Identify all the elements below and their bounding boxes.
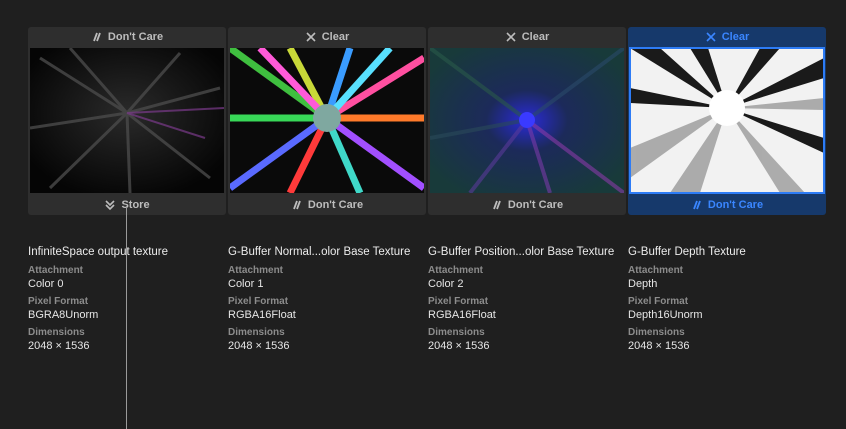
store-action[interactable]: Don't Care: [628, 195, 826, 215]
attachment-value: Color 2: [428, 278, 464, 290]
store-action[interactable]: Don't Care: [428, 195, 626, 215]
texture-name: InfiniteSpace output texture: [28, 246, 169, 258]
dimensions-value: 2048 × 1536: [228, 340, 290, 352]
store-icon: [104, 199, 116, 211]
pixel-format-label: Pixel Format: [228, 296, 289, 307]
store-action-label: Don't Care: [707, 199, 764, 211]
dimensions-value: 2048 × 1536: [628, 340, 690, 352]
attachment-value: Color 0: [28, 278, 64, 290]
dimensions-label: Dimensions: [228, 327, 285, 338]
load-action[interactable]: Clear: [428, 27, 626, 47]
attachment-card-color2[interactable]: Clear Don't Care: [428, 27, 626, 215]
load-action-label: Clear: [321, 31, 350, 43]
dimensions-value: 2048 × 1536: [28, 340, 90, 352]
texture-thumbnail[interactable]: [230, 48, 424, 193]
load-action-label: Don't Care: [107, 31, 164, 43]
dimensions-label: Dimensions: [628, 327, 685, 338]
dimensions-value: 2048 × 1536: [428, 340, 490, 352]
pixel-format-value: BGRA8Unorm: [28, 309, 99, 321]
attachment-value: Depth: [628, 278, 658, 290]
attachment-info-depth: G-Buffer Depth Texture Attachment Depth …: [628, 246, 828, 357]
attachment-info-color2: G-Buffer Position...olor Base Texture At…: [428, 246, 628, 357]
texture-name: G-Buffer Depth Texture: [628, 246, 746, 258]
clear-icon: [505, 31, 517, 43]
texture-thumbnail[interactable]: [629, 47, 825, 194]
texture-thumbnail[interactable]: [30, 48, 224, 193]
clear-icon: [305, 31, 317, 43]
load-action[interactable]: Clear: [628, 27, 826, 47]
store-action[interactable]: Don't Care: [228, 195, 426, 215]
pixel-format-label: Pixel Format: [428, 296, 489, 307]
texture-name: G-Buffer Normal...olor Base Texture: [228, 246, 411, 258]
attachment-card-color1[interactable]: Clear Don't Care: [228, 27, 426, 215]
dont-care-icon: [491, 199, 503, 211]
pixel-format-value: RGBA16Float: [228, 309, 296, 321]
attachment-info-color0: InfiniteSpace output texture Attachment …: [28, 246, 228, 357]
pixel-format-value: Depth16Unorm: [628, 309, 703, 321]
dimensions-label: Dimensions: [428, 327, 485, 338]
pixel-format-label: Pixel Format: [28, 296, 89, 307]
attachment-label: Attachment: [628, 265, 684, 276]
store-action-label: Don't Care: [507, 199, 564, 211]
load-action[interactable]: Don't Care: [28, 27, 226, 47]
clear-icon: [705, 31, 717, 43]
attachment-info-color1: G-Buffer Normal...olor Base Texture Atta…: [228, 246, 428, 357]
pixel-format-value: RGBA16Float: [428, 309, 496, 321]
dont-care-icon: [291, 199, 303, 211]
load-action-label: Clear: [721, 31, 750, 43]
text-cursor-line: [126, 206, 127, 429]
attachment-label: Attachment: [428, 265, 484, 276]
attachment-value: Color 1: [228, 278, 264, 290]
attachment-label: Attachment: [28, 265, 84, 276]
attachment-card-depth[interactable]: Clear Don't Care: [628, 27, 826, 215]
attachment-label: Attachment: [228, 265, 284, 276]
load-action-label: Clear: [521, 31, 550, 43]
texture-name: G-Buffer Position...olor Base Texture: [428, 246, 615, 258]
texture-thumbnail[interactable]: [430, 48, 624, 193]
store-action[interactable]: Store: [28, 195, 226, 215]
pixel-format-label: Pixel Format: [628, 296, 689, 307]
dimensions-label: Dimensions: [28, 327, 85, 338]
attachment-card-color0[interactable]: Don't Care Store: [28, 27, 226, 215]
dont-care-icon: [691, 199, 703, 211]
store-action-label: Don't Care: [307, 199, 364, 211]
load-action[interactable]: Clear: [228, 27, 426, 47]
dont-care-icon: [91, 31, 103, 43]
